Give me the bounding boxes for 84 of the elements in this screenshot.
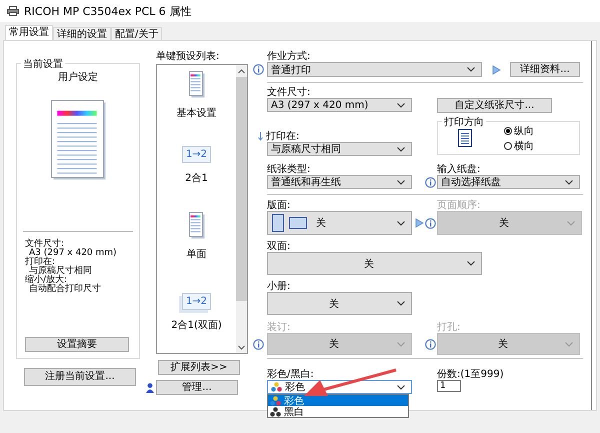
- play-icon[interactable]: [415, 218, 424, 228]
- field-label: 双面:: [267, 241, 292, 252]
- scroll-up-icon[interactable]: [238, 69, 245, 74]
- chevron-icon: [467, 261, 475, 266]
- preset-item[interactable]: 基本设置: [176, 71, 216, 142]
- preset-item[interactable]: 1→2 2合1: [182, 142, 212, 212]
- dropdown-option[interactable]: 彩色: [268, 395, 408, 406]
- field-label: 装订:: [267, 322, 292, 333]
- register-button[interactable]: 注册当前设置...: [24, 368, 136, 386]
- field-label: 打孔:: [437, 322, 462, 333]
- chevron-icon: [565, 342, 573, 346]
- document-icon: [458, 129, 472, 147]
- summary-button[interactable]: 设置摘要: [25, 337, 129, 352]
- preset-item[interactable]: 1→2 2合1(双面): [171, 282, 222, 353]
- dropdown[interactable]: 关: [267, 292, 412, 315]
- tab[interactable]: 详细的设置: [53, 27, 111, 40]
- summary-value: A3 (297 x 420 mm): [29, 249, 117, 258]
- field-label: 输入纸盘:: [437, 164, 482, 175]
- summary-label: 打印在:: [25, 258, 56, 267]
- chevron-icon: [397, 180, 405, 184]
- tab[interactable]: 配置/关于: [111, 27, 162, 40]
- scroll-down-icon[interactable]: [238, 345, 245, 350]
- color-dots-icon: [271, 382, 282, 392]
- window-title: RICOH MP C3504ex PCL 6 属性: [24, 4, 192, 18]
- custom-size-button[interactable]: 自定义纸张尺寸...: [437, 98, 552, 113]
- info-icon: [253, 64, 264, 75]
- dropdown[interactable]: 普通纸和再生纸: [267, 175, 412, 189]
- field-label: 作业方式:: [267, 51, 310, 62]
- chevron-icon: [397, 342, 405, 346]
- chevron-icon: [397, 220, 405, 226]
- color-dots-icon: [270, 396, 281, 406]
- summary-label: 缩小/放大:: [25, 276, 68, 285]
- user-icon: [146, 382, 154, 392]
- field-label: 版面:: [267, 200, 292, 211]
- combine-pages-icon: 1→2: [182, 146, 212, 162]
- play-icon[interactable]: [492, 64, 500, 74]
- mono-dots-icon: [270, 406, 281, 416]
- page-preview-icon: [188, 71, 204, 98]
- chevron-icon: [467, 67, 475, 72]
- chevron-icon: [397, 301, 405, 306]
- field-label: 文件尺寸:: [267, 87, 312, 98]
- info-icon: [253, 338, 264, 350]
- chevron-icon: [565, 180, 573, 184]
- details-button[interactable]: 详细资料...: [510, 62, 580, 77]
- preset-item[interactable]: 单面: [186, 212, 206, 282]
- page-preview-icon: [50, 100, 106, 180]
- radio-button[interactable]: 横向: [504, 138, 534, 152]
- field-label: 打印在:: [266, 131, 300, 142]
- dropdown[interactable]: 关: [267, 211, 412, 235]
- dropdown[interactable]: 普通打印: [267, 62, 482, 77]
- manage-button[interactable]: 管理...: [156, 380, 238, 395]
- field-label: 份数:(1至999): [437, 369, 504, 380]
- summary-label: 文件尺寸:: [25, 240, 66, 249]
- layout-pages-icon: [272, 214, 308, 232]
- profile-name: 用户设定: [58, 70, 98, 84]
- summary-value: 自动配合打印尺寸: [28, 285, 102, 294]
- down-arrow-icon: [258, 132, 263, 141]
- group-title: 当前设置: [21, 57, 65, 71]
- dropdown[interactable]: 自动选择纸盘: [437, 175, 580, 189]
- field-label: 小册:: [267, 281, 292, 292]
- field-label: 页面顺序:: [437, 200, 482, 211]
- preset-list-label: 单键预设列表:: [156, 51, 220, 62]
- printer-icon: [7, 6, 19, 16]
- field-label: 彩色/黑白:: [267, 369, 315, 380]
- dropdown[interactable]: A3 (297 x 420 mm): [267, 98, 412, 112]
- summary-value: 与原稿尺寸相同: [29, 267, 93, 276]
- chevron-icon: [567, 220, 575, 226]
- chevron-icon: [397, 102, 405, 108]
- info-icon: [425, 176, 436, 188]
- tab[interactable]: 常用设置: [5, 25, 53, 40]
- chevron-icon: [397, 384, 405, 390]
- info-icon: [425, 338, 436, 350]
- scrollbar-thumb[interactable]: [236, 77, 247, 301]
- chevron-icon: [397, 146, 405, 152]
- dropdown[interactable]: 与原稿尺寸相同: [267, 142, 412, 156]
- copies-field[interactable]: 1: [437, 380, 461, 392]
- info-icon: [425, 218, 436, 228]
- field-label: 纸张类型:: [267, 164, 312, 175]
- radio-button[interactable]: 纵向: [504, 124, 534, 138]
- expand-list-button[interactable]: 扩展列表>>: [158, 360, 240, 375]
- dropdown-option[interactable]: 黑白: [268, 406, 408, 417]
- dropdown[interactable]: 关: [267, 252, 482, 275]
- page-preview-icon: [188, 212, 204, 239]
- group-title: 打印方向: [442, 115, 486, 129]
